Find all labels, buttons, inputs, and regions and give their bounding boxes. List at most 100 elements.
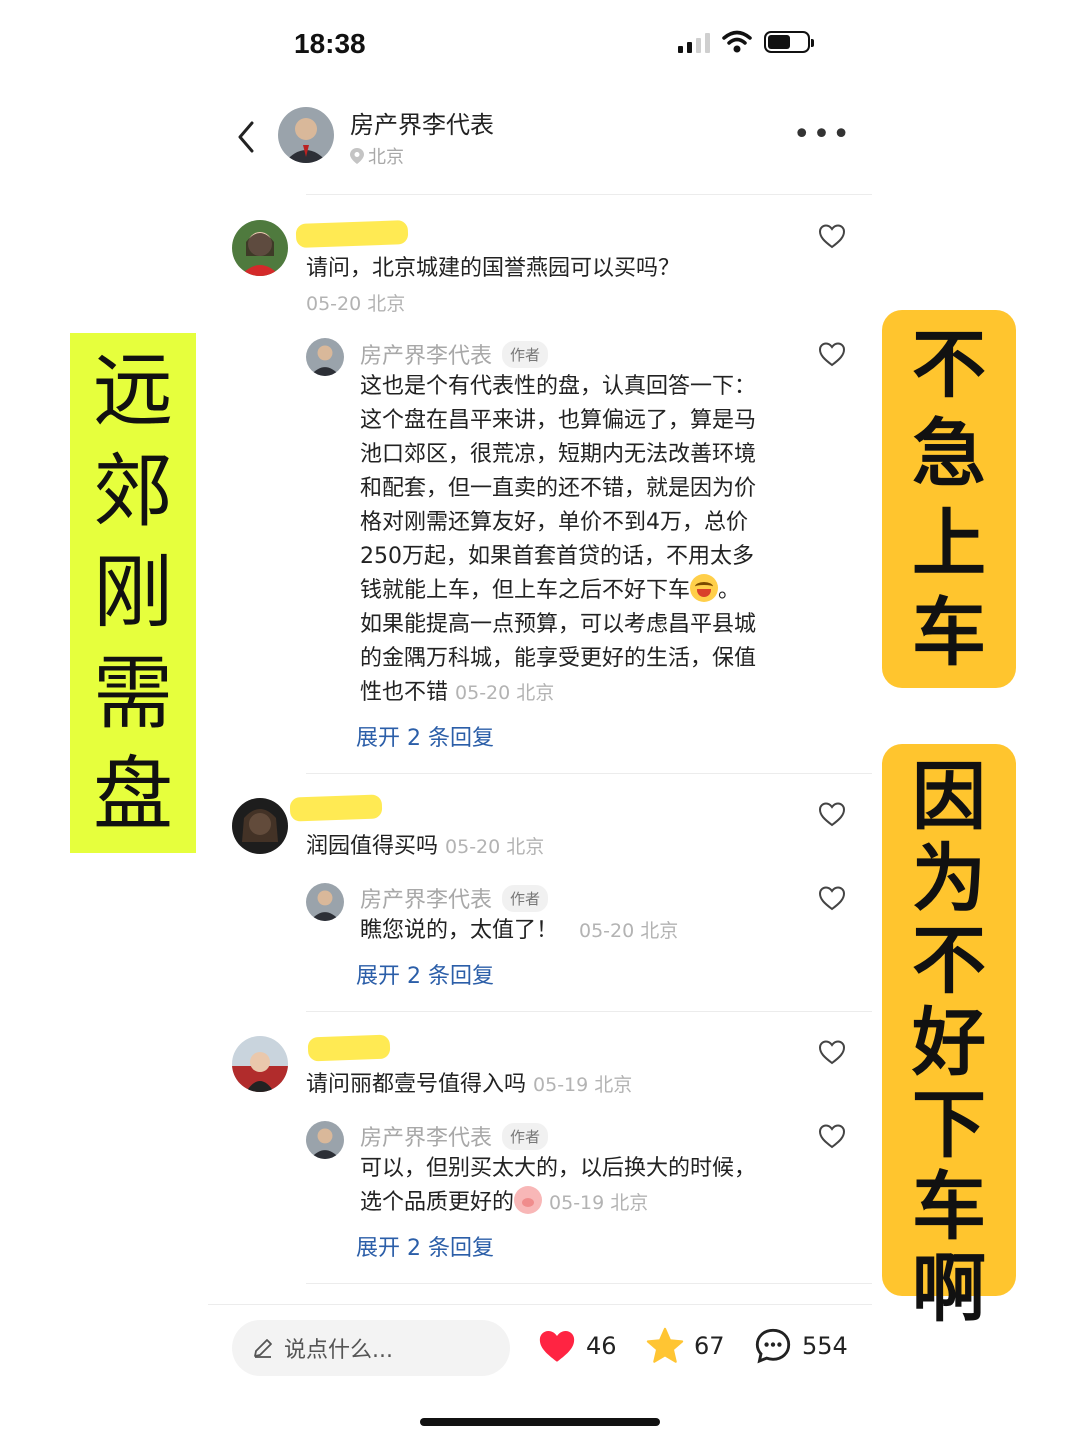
banner-char: 车 <box>912 1164 986 1250</box>
author-badge: 作者 <box>502 340 549 368</box>
pencil-icon <box>254 1339 272 1358</box>
comment-text: 请问，北京城建的国誉燕园可以买吗？ <box>306 256 681 281</box>
reply-line: 的金隅万科城，能享受更好的生活，保值 <box>360 646 757 671</box>
reply-line: 这个盘在昌平来讲，也算偏远了，算是马 <box>360 408 757 433</box>
pig-emoji-icon <box>514 1186 543 1214</box>
collect-button[interactable]: 67 <box>644 1326 725 1366</box>
status-icons <box>678 30 814 54</box>
reply-text: 可以，但别买太大的，以后换大的时候， 选个品质更好的 05-19 北京 <box>360 1152 800 1220</box>
more-options-icon[interactable]: ••• <box>793 120 852 150</box>
reply-author-name[interactable]: 房产界李代表 <box>360 882 492 914</box>
banner-char: 车 <box>912 590 986 677</box>
comment-text: 请问丽都壹号值得入吗 05-19 北京 <box>306 1072 633 1097</box>
author-badge: 作者 <box>502 884 549 912</box>
banner-char: 下 <box>912 1082 986 1168</box>
battery-icon <box>764 31 814 53</box>
reply-author: 房产界李代表 作者 <box>360 882 549 914</box>
reply-line: 选个品质更好的 05-19 北京 <box>360 1186 800 1220</box>
like-heart-icon[interactable] <box>818 800 846 828</box>
reply-line: 如果能提高一点预算，可以考虑昌平县城 <box>360 612 757 637</box>
comment-divider <box>306 1011 872 1012</box>
author-name[interactable]: 房产界李代表 <box>350 105 494 140</box>
comment-count: 554 <box>802 1332 848 1360</box>
laugh-cry-emoji-icon <box>690 574 719 602</box>
redacted-username <box>295 220 409 248</box>
author-location: 北京 <box>350 143 404 169</box>
reply-line: 可以，但别买太大的，以后换大的时候， <box>360 1156 757 1181</box>
collect-count: 67 <box>694 1332 725 1360</box>
banner-char: 急 <box>912 411 986 498</box>
reply-line: 池口郊区，很荒凉，短期内无法改善环境 <box>360 442 757 467</box>
banner-char: 因 <box>912 754 986 840</box>
comment-bubble-icon <box>755 1328 791 1364</box>
author-badge: 作者 <box>502 1122 549 1150</box>
commenter-avatar[interactable] <box>232 220 288 276</box>
cellular-signal-icon <box>678 31 710 53</box>
reply-author-avatar[interactable] <box>306 1121 344 1159</box>
reply-line: 这也是个有代表性的盘，认真回答一下： <box>360 374 757 399</box>
reply-line: 格对刚需还算友好，单价不到4万，总价 <box>360 510 748 535</box>
banner-char: 啊 <box>912 1246 986 1332</box>
banner-char: 不 <box>912 321 986 408</box>
reply-line: 钱就能上车，但上车之后不好下车。 <box>360 574 800 608</box>
banner-char: 需 <box>93 646 173 740</box>
comment-input[interactable]: 说点什么... <box>232 1320 510 1376</box>
expand-replies-link[interactable]: 展开 2 条回复 <box>356 720 494 752</box>
back-icon[interactable] <box>228 117 268 157</box>
reply-author: 房产界李代表 作者 <box>360 338 549 370</box>
comment-meta: 05-20 北京 <box>306 293 406 315</box>
comment-text: 润园值得买吗 05-20 北京 <box>306 834 545 859</box>
reply-text: 瞧您说的，太值了！ 05-20 北京 <box>360 918 679 943</box>
header-divider <box>306 194 872 195</box>
reply-meta: 05-19 北京 <box>549 1192 649 1214</box>
home-indicator[interactable] <box>420 1418 660 1426</box>
reply-like-heart-icon[interactable] <box>818 1122 846 1150</box>
reply-author: 房产界李代表 作者 <box>360 1120 549 1152</box>
banner-char: 远 <box>93 344 173 438</box>
status-time: 18:38 <box>294 28 366 59</box>
comment-input-placeholder: 说点什么... <box>284 1338 393 1363</box>
banner-char: 刚 <box>93 545 173 639</box>
reply-line: 和配套，但一直卖的还不错，就是因为价 <box>360 476 757 501</box>
reply-like-heart-icon[interactable] <box>818 340 846 368</box>
left-caption-banner: 远 郊 刚 需 盘 <box>70 333 196 853</box>
wifi-icon <box>722 30 752 53</box>
location-pin-icon <box>350 148 364 164</box>
like-heart-icon[interactable] <box>818 1038 846 1066</box>
author-avatar[interactable] <box>278 107 334 163</box>
right-caption-banner-top: 不 急 上 车 <box>882 310 1016 688</box>
reply-author-avatar[interactable] <box>306 338 344 376</box>
banner-char: 郊 <box>93 445 173 539</box>
reply-line: 性也不错 05-20 北京 <box>360 680 555 705</box>
reply-author-avatar[interactable] <box>306 883 344 921</box>
star-filled-icon <box>646 1327 684 1363</box>
reply-author-name[interactable]: 房产界李代表 <box>360 1120 492 1152</box>
banner-char: 好 <box>912 1000 986 1086</box>
expand-replies-link[interactable]: 展开 2 条回复 <box>356 958 494 990</box>
banner-char: 为 <box>912 836 986 922</box>
right-caption-banner-bottom: 因 为 不 好 下 车 啊 <box>882 744 1016 1330</box>
commenter-avatar[interactable] <box>232 1036 288 1092</box>
banner-char: 不 <box>912 918 986 1004</box>
reply-line: 250万起，如果首套首贷的话，不用太多 <box>360 544 754 569</box>
like-button[interactable]: 46 <box>536 1326 617 1366</box>
heart-filled-icon <box>539 1331 575 1362</box>
comment-button[interactable]: 554 <box>752 1326 848 1366</box>
reply-meta: 05-20 北京 <box>579 920 679 942</box>
reply-text: 这也是个有代表性的盘，认真回答一下： 这个盘在昌平来讲，也算偏远了，算是马 池口… <box>360 370 800 710</box>
comment-meta: 05-19 北京 <box>533 1074 633 1096</box>
like-heart-icon[interactable] <box>818 222 846 250</box>
reply-meta: 05-20 北京 <box>455 682 555 704</box>
banner-char: 上 <box>912 500 986 587</box>
like-count: 46 <box>586 1332 617 1360</box>
comment-meta: 05-20 北京 <box>445 836 545 858</box>
redacted-username <box>289 794 383 822</box>
commenter-avatar[interactable] <box>232 798 288 854</box>
reply-like-heart-icon[interactable] <box>818 884 846 912</box>
comment-divider <box>306 1283 872 1284</box>
expand-replies-link[interactable]: 展开 2 条回复 <box>356 1230 494 1262</box>
banner-char: 盘 <box>93 747 173 841</box>
post-header: 房产界李代表 北京 ••• <box>208 95 872 193</box>
bottom-bar-divider <box>208 1304 872 1305</box>
reply-author-name[interactable]: 房产界李代表 <box>360 338 492 370</box>
